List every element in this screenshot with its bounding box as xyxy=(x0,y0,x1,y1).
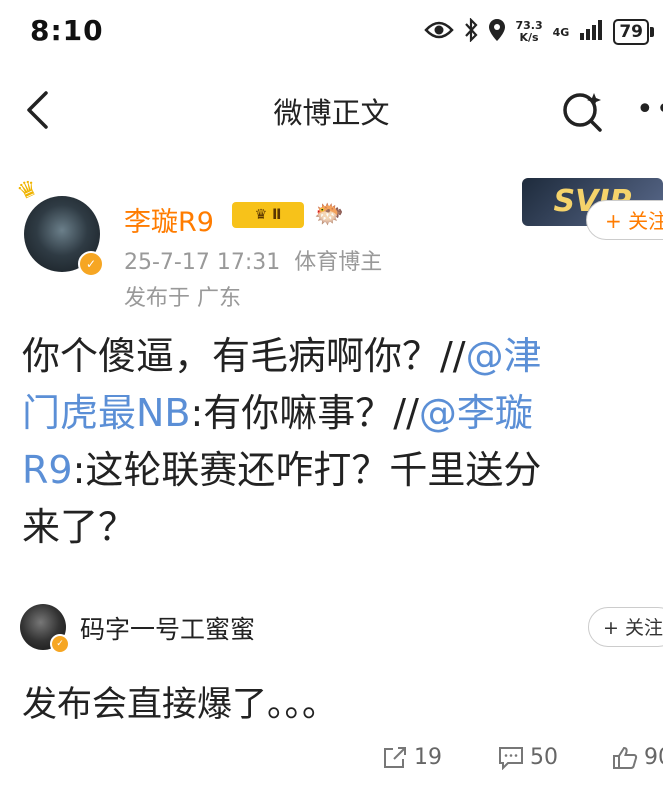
network-speed: 73.3 K/s xyxy=(516,20,543,44)
search-icon xyxy=(563,93,602,132)
location-pin-icon xyxy=(488,18,506,46)
status-time: 8:10 xyxy=(30,14,104,47)
comment-count: 50 xyxy=(530,745,558,770)
network-speed-unit: K/s xyxy=(519,31,539,44)
search-button[interactable] xyxy=(560,90,606,138)
eye-icon xyxy=(423,20,454,44)
bluetooth-icon xyxy=(464,17,478,46)
comment-icon xyxy=(499,746,523,770)
comment-button[interactable]: 50 xyxy=(498,745,558,770)
crown-icon: ♛ xyxy=(13,175,43,206)
post-datetime: 25-7-17 17:31 xyxy=(124,250,281,275)
mention-link[interactable]: R9 xyxy=(22,448,73,492)
repost-text: 发布会直接爆了。。。 xyxy=(22,685,338,725)
like-count: 90 xyxy=(644,745,663,770)
repost-author-name[interactable]: 码字一号工蜜蜜 xyxy=(80,610,255,646)
more-button[interactable]: •• xyxy=(636,92,663,127)
post-text-part: 你个傻逼，有毛病啊你？// xyxy=(22,334,466,378)
post-location: 发布于 广东 xyxy=(124,286,241,311)
mention-link[interactable]: 门虎最NB xyxy=(22,391,191,435)
like-button[interactable]: 90 xyxy=(612,745,663,770)
more-icon: •• xyxy=(636,92,663,127)
battery-indicator: 79 xyxy=(613,19,654,45)
verified-badge-icon: ✓ xyxy=(50,634,70,654)
thumbs-up-icon xyxy=(613,746,638,769)
follow-button[interactable]: + 关注 xyxy=(586,200,663,240)
author-tag: 体育博主 xyxy=(294,250,383,275)
repost-icon xyxy=(384,746,406,768)
level-badge[interactable]: ♛ Ⅱ xyxy=(232,202,304,228)
post-text-part: :有你嘛事？// xyxy=(190,391,419,435)
mention-link[interactable]: @津 xyxy=(466,334,542,378)
signal-icon xyxy=(579,19,603,45)
network-type: 4G xyxy=(552,25,570,39)
repost-button[interactable]: 19 xyxy=(382,745,442,770)
status-icons: 73.3 K/s 4G 79 xyxy=(423,14,654,50)
post-text-part: :这轮联赛还咋打？千里送分 xyxy=(72,448,542,492)
repost-follow-button[interactable]: + 关注 xyxy=(588,607,663,647)
post-meta: 25-7-17 17:31 体育博主 xyxy=(124,244,382,276)
post-text-part: 来了？ xyxy=(22,505,137,549)
mention-link[interactable]: @李璇 xyxy=(419,391,533,435)
level-badge-text: Ⅱ xyxy=(272,207,282,223)
repost-count: 19 xyxy=(414,745,442,770)
verified-badge-icon: ✓ xyxy=(78,251,104,277)
author-name[interactable]: 李璇R9 xyxy=(124,200,214,239)
post-text: 你个傻逼，有毛病啊你？//@津 门虎最NB:有你嘛事？//@李璇 R9:这轮联赛… xyxy=(22,328,663,556)
fish-badge-icon[interactable]: 🐡 xyxy=(314,200,344,228)
crown-small-icon: ♛ xyxy=(254,207,273,223)
